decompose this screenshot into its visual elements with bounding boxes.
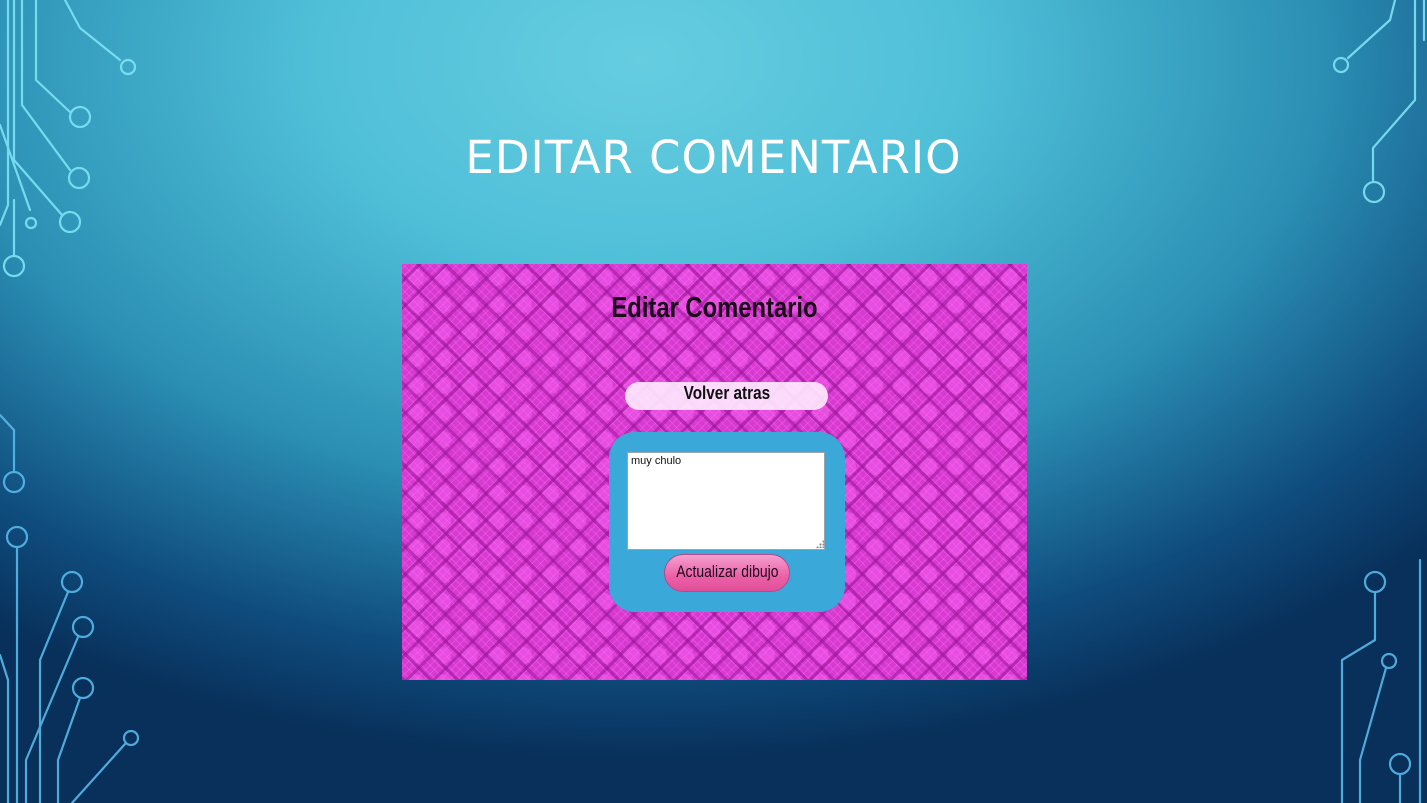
update-drawing-button[interactable]: Actualizar dibujo <box>664 554 790 592</box>
comment-textarea[interactable]: muy chulo <box>627 452 825 550</box>
embedded-screenshot: Editar Comentario Volver atras muy chulo… <box>402 264 1027 680</box>
resize-grip-icon[interactable] <box>816 540 824 548</box>
back-button-label: Volver atras <box>683 383 770 403</box>
update-drawing-button-label: Actualizar dibujo <box>676 562 779 581</box>
slide-title: EDITAR COMENTARIO <box>465 131 962 184</box>
page-title: Editar Comentario <box>611 292 818 324</box>
back-button[interactable]: Volver atras <box>625 382 828 410</box>
comment-form: muy chulo Actualizar dibujo <box>609 432 845 612</box>
